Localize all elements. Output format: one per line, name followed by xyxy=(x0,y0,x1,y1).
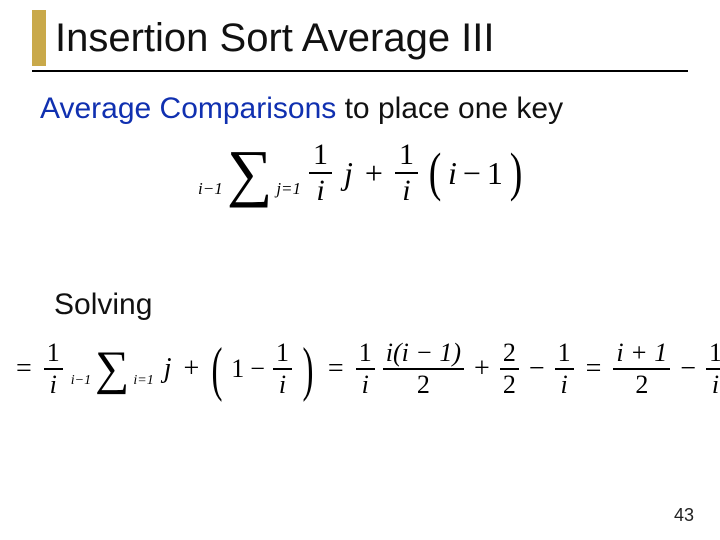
sigma-symbol: ∑ xyxy=(227,137,273,208)
avg-comparisons-rest: to place one key xyxy=(336,92,563,125)
lparen: ( xyxy=(212,348,223,390)
frac-num: 1 xyxy=(395,140,418,170)
frac-1-over-i-inner: 1 i xyxy=(273,340,292,398)
eq: = xyxy=(586,353,602,385)
frac-2-over-2: 2 2 xyxy=(500,340,519,398)
frac-den: i xyxy=(309,176,332,206)
frac-den: 2 xyxy=(383,372,464,398)
minus: − xyxy=(680,353,696,385)
frac-1-over-i-d: 1 i xyxy=(555,340,574,398)
frac-den: i xyxy=(555,372,574,398)
sigma-block: i−1 ∑ j=1 xyxy=(198,147,301,198)
frac-num: 2 xyxy=(500,340,519,366)
frac-den: i xyxy=(273,372,292,398)
rparen: ) xyxy=(302,348,313,390)
frac-num: 1 xyxy=(273,340,292,366)
frac-num: 1 xyxy=(309,140,332,170)
frac-den: 2 xyxy=(500,372,519,398)
const-1: 1 xyxy=(231,354,244,384)
lparen: ( xyxy=(429,151,442,194)
frac-iplus1-over-2: i + 1 2 xyxy=(613,340,670,398)
frac-num: 1 xyxy=(356,340,375,366)
sigma-block: i−1 ∑ i=1 xyxy=(71,350,154,388)
sum-upper: i−1 xyxy=(198,179,223,198)
frac-den: i xyxy=(395,176,418,206)
title-rule xyxy=(32,70,688,72)
frac-1-over-i-c: 1 i xyxy=(356,340,375,398)
rparen: ) xyxy=(510,151,523,194)
sum-lower: i=1 xyxy=(133,373,153,388)
avg-comparisons-label: Average Comparisons xyxy=(40,92,336,125)
var-j: j xyxy=(164,353,172,385)
var-i: i xyxy=(448,155,457,192)
eq: = xyxy=(328,353,344,385)
frac-1-over-i-a: 1 i xyxy=(309,140,332,206)
frac-num: 1 xyxy=(706,340,720,366)
frac-num: i(i − 1) xyxy=(383,340,464,366)
frac-den: i xyxy=(706,372,720,398)
frac-den: i xyxy=(356,372,375,398)
slide-title: Insertion Sort Average III xyxy=(55,16,495,61)
minus: − xyxy=(250,354,265,384)
eq: = xyxy=(16,353,32,385)
minus: − xyxy=(529,353,545,385)
formula-2: = 1 i i−1 ∑ i=1 j + ( 1 − 1 i ) = 1 i i xyxy=(10,340,720,398)
subtitle-line: Average Comparisons to place one key xyxy=(40,92,563,126)
frac-1-over-i: 1 i xyxy=(44,340,63,398)
frac-i-iminus1-over-2: i(i − 1) 2 xyxy=(383,340,464,398)
sum-lower: j=1 xyxy=(276,179,301,198)
sigma-symbol: ∑ xyxy=(95,342,129,395)
frac-1-over-i-e: 1 i xyxy=(706,340,720,398)
var-j: j xyxy=(344,155,353,192)
page-number: 43 xyxy=(674,505,694,526)
formula-1: i−1 ∑ j=1 1 i j + 1 i ( i − 1 ) xyxy=(198,140,525,260)
plus: + xyxy=(365,155,383,192)
frac-num: 1 xyxy=(44,340,63,366)
minus: − xyxy=(463,155,481,192)
solving-label: Solving xyxy=(54,288,152,322)
plus: + xyxy=(183,353,199,385)
frac-den: i xyxy=(44,372,63,398)
plus: + xyxy=(474,353,490,385)
sum-upper: i−1 xyxy=(71,373,91,388)
slide: Insertion Sort Average III Average Compa… xyxy=(0,0,720,540)
frac-num: i + 1 xyxy=(613,340,670,366)
frac-den: 2 xyxy=(613,372,670,398)
const-1: 1 xyxy=(487,155,503,192)
frac-num: 1 xyxy=(555,340,574,366)
accent-bar xyxy=(32,10,46,66)
frac-1-over-i-b: 1 i xyxy=(395,140,418,206)
